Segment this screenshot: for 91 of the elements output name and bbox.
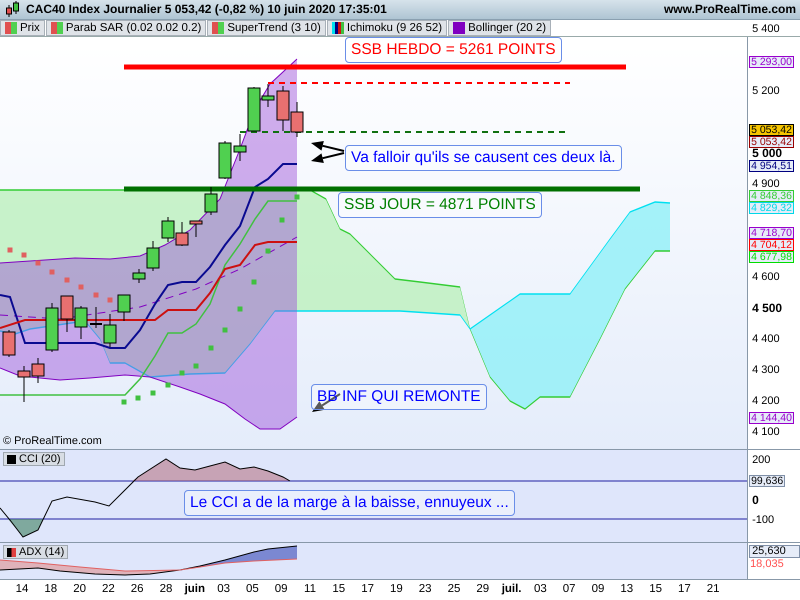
arrow [311, 141, 344, 152]
legend-swatch-icon [7, 548, 16, 557]
axis-label: 200 [752, 455, 770, 466]
axis-label: 25 [448, 583, 460, 596]
candlestick [204, 186, 218, 216]
axis-label: 4 500 [752, 303, 782, 314]
axis-label: 23 [418, 583, 432, 596]
candlestick [60, 296, 74, 333]
candlestick [218, 140, 232, 180]
value-label: 99,636 [749, 475, 786, 488]
legend-item[interactable]: SuperTrend (3 10) [207, 20, 326, 36]
axis-label: 17 [361, 583, 374, 596]
axis-label: 4 400 [752, 334, 780, 346]
axis-label: 03 [534, 583, 547, 596]
axis-label: 5 400 [752, 24, 780, 36]
axis-label: 03 [217, 583, 230, 596]
axis-label: 4 100 [752, 427, 780, 438]
axis-label: 05 [246, 583, 259, 596]
arrow [311, 152, 344, 164]
legend-swatch-icon [332, 22, 344, 34]
candlestick-icon [4, 0, 22, 18]
legend-swatch-icon [453, 22, 466, 34]
legend-item[interactable]: Parab SAR (0.02 0.02 0.2) [46, 20, 206, 36]
axis-label: -100 [752, 515, 774, 526]
indicator-tag: CCI (20) [3, 452, 65, 466]
axis-label: 4 300 [752, 365, 780, 376]
annotation-text: SSB HEBDO = 5261 POINTS [345, 37, 562, 64]
axis-label: 4 200 [752, 396, 780, 408]
axis-label: 11 [304, 583, 316, 596]
price-label: 4 848,36 [749, 190, 794, 202]
legend-swatch-icon [50, 22, 63, 34]
candlestick [290, 102, 304, 138]
axis-label: 21 [706, 583, 720, 596]
axis-label: juil. [502, 583, 522, 596]
candlestick [162, 216, 174, 243]
candlestick [104, 314, 116, 348]
legend-item[interactable]: Ichimoku (9 26 52) [326, 20, 448, 36]
axis-label: 17 [678, 583, 691, 596]
legend-swatch-icon [212, 22, 224, 34]
axis-label: 4 900 [752, 179, 780, 190]
price-label: 4 144,40 [749, 412, 794, 424]
website-label: www.ProRealTime.com [664, 2, 796, 16]
axis-label: 29 [476, 583, 490, 596]
axis-label: 09 [274, 583, 288, 596]
axis-label: 09 [592, 583, 604, 596]
candlestick [90, 306, 102, 329]
legend-swatch-icon [7, 454, 16, 464]
legend-swatch-icon [5, 22, 17, 34]
annotation-text: Va falloir qu'ils se causent ces deux là. [345, 145, 622, 172]
candlestick [118, 294, 130, 322]
axis-label: 07 [562, 583, 576, 596]
candlestick [2, 330, 16, 358]
axis-label: 15 [649, 583, 662, 596]
axis-label: 18 [44, 583, 58, 596]
candlestick [32, 358, 44, 384]
axis-label: 5 200 [752, 86, 780, 98]
axis-label: juin [184, 583, 206, 596]
axis-label: 5 000 [752, 148, 782, 160]
candlestick [46, 302, 58, 353]
price-label: 5 053,42 [749, 124, 794, 136]
axis-label: 19 [390, 583, 403, 596]
price-label: 5 053,42 [749, 136, 794, 148]
candlestick [18, 366, 30, 403]
annotation-text: BB INF QUI REMONTE [311, 384, 487, 410]
axis-label: 15 [332, 583, 346, 596]
price-label: 4 829,32 [749, 202, 794, 214]
axis-label: 26 [130, 583, 144, 596]
price-label: 4 954,51 [749, 160, 794, 172]
legend-item[interactable]: Bollinger (20 2) [448, 20, 552, 36]
window-title: CAC40 Index Journalier 5 053,42 (-0,82 %) 10 juin 2020 17:35:01 [26, 2, 387, 16]
axis-label: 14 [16, 583, 28, 596]
value-label: 25,630 [749, 545, 800, 558]
candlestick [276, 86, 290, 132]
annotation-text: Le CCI a de la marge à la baisse, ennuyeux ... [184, 490, 515, 516]
price-label: 5 293,00 [749, 56, 794, 68]
axis-label: 28 [160, 583, 172, 596]
candlestick [234, 134, 246, 162]
candlestick [74, 306, 88, 340]
value-label: 18,035 [749, 558, 785, 572]
copyright-text: © ProRealTime.com [3, 435, 102, 448]
axis-label: 0 [752, 495, 759, 506]
axis-label: 22 [102, 583, 115, 596]
price-label: 4 677,98 [749, 251, 794, 264]
indicator-tag: ADX (14) [3, 545, 68, 560]
axis-label: 20 [73, 583, 86, 596]
axis-label: 4 600 [752, 272, 780, 284]
axis-label: 13 [620, 583, 634, 596]
legend-item[interactable]: Prix [0, 20, 45, 36]
price-label: 4 718,70 [749, 227, 794, 240]
price-label: 4 704,12 [749, 239, 794, 252]
annotation-text: SSB JOUR = 4871 POINTS [338, 192, 542, 218]
